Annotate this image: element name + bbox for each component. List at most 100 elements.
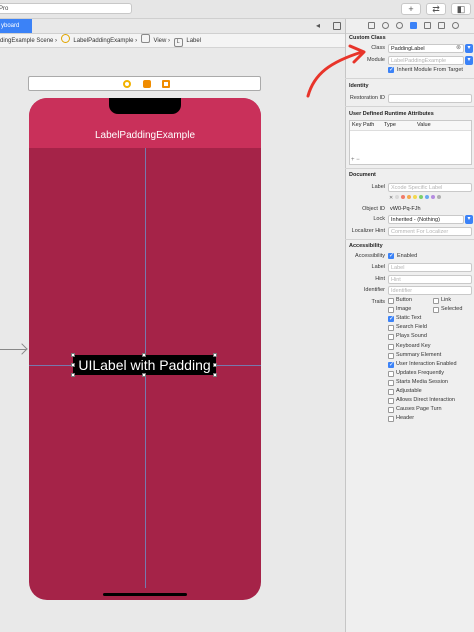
color-swatch[interactable] xyxy=(406,195,411,199)
scheme-selector[interactable]: Pro xyxy=(0,3,132,14)
a11y-label-label: Label xyxy=(371,264,385,270)
lock-select[interactable]: Inherited - (Nothing) xyxy=(388,215,464,224)
file-inspector-icon[interactable] xyxy=(368,22,375,29)
trait-checkbox[interactable] xyxy=(388,398,394,405)
inherit-module-label: Inherit Module From Target xyxy=(397,67,463,73)
color-swatch[interactable] xyxy=(436,195,441,199)
trait-label: Link xyxy=(441,297,452,303)
trait-checkbox[interactable] xyxy=(388,307,394,314)
col-type[interactable]: Type xyxy=(384,122,396,128)
trait-label: Allows Direct Interaction xyxy=(396,397,455,404)
breadcrumb-view[interactable]: View xyxy=(153,38,166,44)
identity-inspector-icon[interactable] xyxy=(410,22,417,29)
panel-toggle-button[interactable]: ◧ xyxy=(451,3,471,15)
first-responder-icon[interactable] xyxy=(143,80,151,88)
traits-label: Traits xyxy=(371,299,385,305)
home-indicator xyxy=(103,593,187,596)
editor-options-icon[interactable] xyxy=(333,22,341,30)
trait-checkbox[interactable] xyxy=(388,315,394,323)
trait-checkbox[interactable] xyxy=(388,352,394,359)
resize-handle[interactable] xyxy=(71,373,75,377)
breadcrumb: dingExample Scene › LabelPaddingExample … xyxy=(0,34,345,48)
resize-handle[interactable] xyxy=(213,373,217,377)
trait-checkbox[interactable] xyxy=(388,389,394,395)
color-swatch[interactable] xyxy=(412,195,417,199)
divider xyxy=(345,239,474,240)
col-keypath[interactable]: Key Path xyxy=(352,122,374,128)
a11y-hint-field[interactable]: Hint xyxy=(388,275,472,284)
trait-checkbox[interactable] xyxy=(388,298,394,304)
device-notch xyxy=(109,98,181,114)
quick-help-icon[interactable] xyxy=(396,22,403,29)
module-dropdown-button[interactable]: ▾ xyxy=(465,56,473,65)
inherit-module-checkbox[interactable] xyxy=(388,66,394,73)
trait-checkbox[interactable] xyxy=(388,343,394,350)
breadcrumb-scene[interactable]: dingExample Scene xyxy=(0,38,53,44)
breadcrumb-controller[interactable]: LabelPaddingExample xyxy=(73,38,133,44)
storyboard-file-tab[interactable]: yboard xyxy=(0,19,32,33)
resize-handle[interactable] xyxy=(142,353,146,357)
trait-label: Adjustable xyxy=(396,388,422,394)
exit-icon[interactable] xyxy=(162,80,170,88)
trait-checkbox[interactable] xyxy=(433,307,439,314)
a11y-label-field[interactable]: Label xyxy=(388,263,472,272)
clear-color-icon[interactable]: ✕ xyxy=(389,195,395,201)
view-icon xyxy=(140,34,150,43)
color-swatch[interactable] xyxy=(430,195,435,199)
color-swatch[interactable] xyxy=(400,195,405,199)
class-dropdown-button[interactable]: ▾ xyxy=(465,44,473,53)
add-button[interactable]: + xyxy=(401,3,421,15)
add-remove-buttons[interactable]: + − xyxy=(351,157,360,163)
accessibility-enabled-checkbox[interactable] xyxy=(388,252,394,259)
left-arrow-icon[interactable]: ◂ xyxy=(313,21,323,31)
editor-tab-bar xyxy=(0,19,345,34)
trait-label: Keyboard Key xyxy=(396,342,431,349)
resize-handle[interactable] xyxy=(71,353,75,357)
color-swatch[interactable] xyxy=(418,195,423,199)
clear-icon[interactable]: ⊗ xyxy=(456,44,461,51)
a11y-identifier-label: Identifier xyxy=(363,287,385,293)
col-value[interactable]: Value xyxy=(417,122,431,128)
trait-checkbox[interactable] xyxy=(388,379,394,386)
class-field[interactable]: PaddingLabel xyxy=(388,44,464,53)
trait-checkbox[interactable] xyxy=(433,298,439,304)
history-inspector-icon[interactable] xyxy=(382,22,389,29)
trait-checkbox[interactable] xyxy=(388,416,394,423)
trait-label: Causes Page Turn xyxy=(396,406,442,413)
annotation-arrow xyxy=(306,44,366,98)
localizer-hint-field[interactable]: Comment For Localizer xyxy=(388,227,472,236)
trait-label: User Interaction Enabled xyxy=(396,360,457,367)
iphone-scene[interactable]: LabelPaddingExample UILabel with Padding xyxy=(29,98,261,600)
restoration-id-field[interactable] xyxy=(388,94,472,103)
resize-handle[interactable] xyxy=(213,363,217,367)
localizer-hint-label: Localizer Hint xyxy=(351,228,385,234)
trait-checkbox[interactable] xyxy=(388,361,394,368)
trait-checkbox[interactable] xyxy=(388,370,394,377)
trait-label: Plays Sound xyxy=(396,333,427,340)
breadcrumb-label[interactable]: Label xyxy=(186,38,201,44)
doc-label-field[interactable]: Xcode Specific Label xyxy=(388,183,472,192)
trait-checkbox[interactable] xyxy=(388,325,394,332)
view-controller-icon[interactable] xyxy=(123,80,131,88)
size-inspector-icon[interactable] xyxy=(438,22,445,29)
connections-inspector-icon[interactable] xyxy=(452,22,459,29)
a11y-identifier-field[interactable]: Identifier xyxy=(388,286,472,295)
trait-label: Image xyxy=(396,306,412,313)
resize-handle[interactable] xyxy=(142,373,146,377)
label-color-swatches[interactable]: ✕ xyxy=(389,195,443,201)
padding-label[interactable]: UILabel with Padding xyxy=(73,355,216,375)
swap-button[interactable]: ⇄ xyxy=(426,3,446,15)
color-swatch[interactable] xyxy=(424,195,429,199)
trait-label: Header xyxy=(396,415,415,422)
color-swatch[interactable] xyxy=(394,195,399,199)
trait-label: Selected xyxy=(441,306,463,313)
trait-checkbox[interactable] xyxy=(388,407,394,414)
resize-handle[interactable] xyxy=(213,353,217,357)
resize-handle[interactable] xyxy=(71,363,75,367)
lock-dropdown-button[interactable]: ▾ xyxy=(465,215,473,224)
scene-dock[interactable] xyxy=(28,76,261,91)
module-field[interactable]: LabelPaddingExample xyxy=(388,56,464,65)
trait-checkbox[interactable] xyxy=(388,334,394,341)
attributes-inspector-icon[interactable] xyxy=(424,22,431,29)
divider xyxy=(345,168,474,169)
